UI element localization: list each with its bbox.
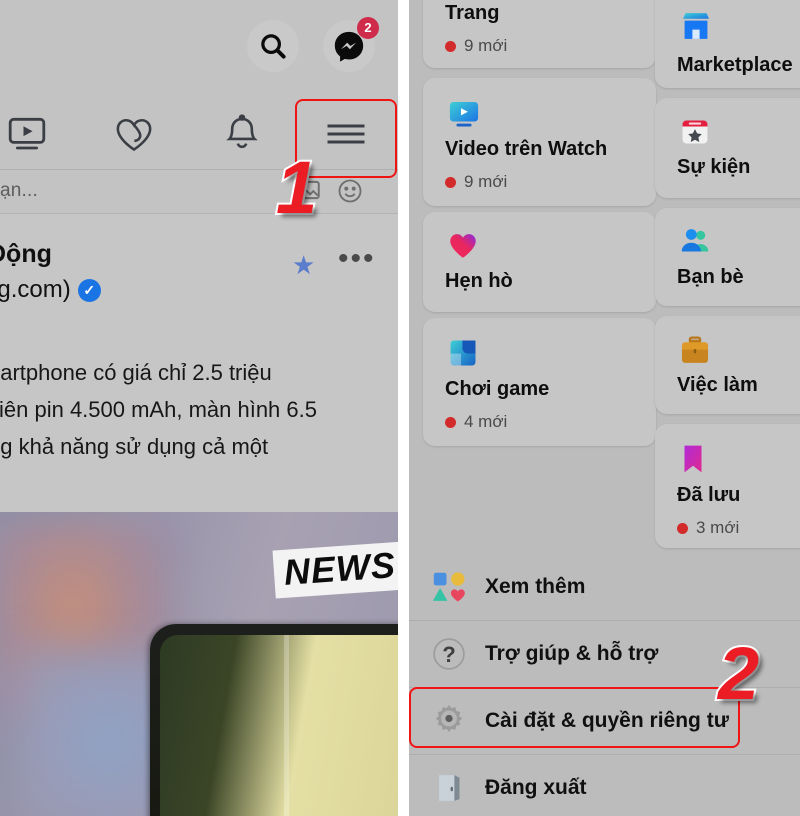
menu-row-xem-them[interactable]: Xem thêm — [409, 554, 800, 620]
post-author-name: Động — [0, 240, 52, 268]
messenger-unread-badge: 2 — [357, 17, 379, 39]
star-icon[interactable]: ★ — [292, 250, 315, 281]
phone-screen-in-photo — [160, 635, 398, 816]
menu-card-badge: 9 mới — [445, 172, 507, 192]
post-body-text: hartphone có giá chỉ 2.5 triệu viên pin … — [0, 354, 398, 465]
screen-highlight-strip — [284, 635, 289, 816]
bookmark-saved-icon — [678, 442, 708, 481]
menu-card-hen-ho[interactable]: Hẹn hò — [423, 212, 656, 312]
composer-placeholder-text: ạn... — [0, 180, 38, 201]
screenshot-root: 2 ạn... ộng g.com) ✓ ★ ••• hartphone có … — [0, 0, 800, 816]
menu-card-label: Sự kiện — [677, 156, 751, 178]
events-calendar-icon — [678, 114, 712, 153]
menu-row-dang-xuat[interactable]: Đăng xuất — [409, 755, 800, 816]
menu-card-label: Trang — [445, 2, 500, 24]
video-watch-icon — [446, 96, 482, 137]
marketplace-icon — [678, 8, 714, 49]
new-indicator-dot — [677, 522, 688, 534]
post-domain-text: ng.com) — [0, 276, 71, 303]
menu-card-badge-text: 9 mới — [464, 36, 508, 55]
menu-card-badge-text: 9 mới — [464, 172, 508, 191]
new-indicator-dot — [445, 176, 456, 188]
heart-dating-icon — [446, 228, 480, 267]
panel-divider — [398, 0, 409, 816]
menu-card-label: Bạn bè — [677, 266, 744, 288]
help-question-icon: ? — [427, 632, 471, 676]
phone-device-in-photo — [150, 624, 398, 816]
messenger-icon[interactable]: 2 — [323, 17, 379, 72]
friends-icon — [678, 224, 712, 263]
menu-card-su-kien[interactable]: Sự kiện — [655, 98, 800, 198]
menu-row-label: Cài đặt & quyền riêng tư — [485, 709, 729, 732]
menu-card-label: Video trên Watch — [445, 138, 608, 160]
menu-card-ban-be[interactable]: Bạn bè — [655, 208, 800, 306]
menu-card-label: Chơi game — [445, 378, 550, 400]
step-1-callout: 1 — [274, 146, 319, 229]
search-icon[interactable] — [247, 20, 299, 72]
video-watch-icon[interactable] — [3, 110, 51, 158]
emoji-icon[interactable] — [336, 177, 366, 207]
logout-door-icon — [427, 766, 471, 810]
jobs-briefcase-icon — [678, 332, 712, 371]
menu-card-video-watch[interactable]: Video trên Watch 9 mới — [423, 78, 656, 206]
feed-post: Động ng.com) ✓ ★ ••• hartphone có giá ch… — [0, 213, 398, 518]
menu-card-label: Marketplace — [677, 54, 793, 76]
menu-card-trang[interactable]: Trang 9 mới — [423, 0, 656, 68]
post-body-line: hartphone có giá chỉ 2.5 triệu — [0, 360, 272, 385]
svg-text:?: ? — [442, 642, 456, 667]
menu-card-da-luu[interactable]: Đã lưu 3 mới — [655, 424, 800, 548]
menu-row-label: Đăng xuất — [485, 776, 587, 799]
menu-card-label: Đã lưu — [677, 484, 741, 506]
more-options-icon[interactable]: ••• — [338, 244, 376, 274]
menu-card-choi-game[interactable]: Chơi game 4 mới — [423, 318, 656, 446]
new-indicator-dot — [445, 40, 456, 52]
settings-gear-icon — [427, 699, 471, 743]
menu-card-label: Việc làm — [677, 374, 758, 396]
left-phone-panel: 2 ạn... ộng g.com) ✓ ★ ••• hartphone có … — [0, 0, 398, 816]
step-2-callout: 2 — [716, 632, 761, 715]
post-author-domain: ng.com) ✓ — [0, 276, 101, 304]
hamburger-menu-icon[interactable] — [322, 110, 370, 158]
menu-card-badge-text: 4 mới — [464, 412, 508, 431]
menu-card-marketplace[interactable]: Marketplace — [655, 0, 800, 88]
verified-badge-icon: ✓ — [77, 278, 101, 302]
new-indicator-dot — [445, 416, 456, 428]
news-watermark: NEWS — [272, 541, 398, 599]
menu-card-badge-text: 3 mới — [696, 518, 740, 537]
facebook-nav-row — [0, 96, 398, 170]
see-more-shapes-icon — [427, 565, 471, 609]
menu-card-viec-lam[interactable]: Việc làm — [655, 316, 800, 414]
heart-dating-icon[interactable] — [110, 110, 158, 158]
post-photo[interactable]: NEWS — [0, 512, 398, 816]
menu-card-badge: 4 mới — [445, 412, 507, 432]
menu-row-label: Xem thêm — [485, 575, 586, 598]
gaming-icon — [446, 336, 480, 375]
menu-card-badge: 3 mới — [677, 518, 739, 538]
menu-card-label: Hẹn hò — [445, 270, 513, 292]
menu-card-badge: 9 mới — [445, 36, 507, 56]
post-body-line: ng khả năng sử dụng cả một — [0, 434, 269, 459]
post-composer[interactable]: ạn... — [0, 171, 398, 213]
post-body-line: viên pin 4.500 mAh, màn hình 6.5 — [0, 397, 317, 422]
facebook-top-bar: 2 — [0, 0, 398, 96]
bell-icon[interactable] — [218, 110, 266, 158]
menu-row-label: Trợ giúp & hỗ trợ — [485, 642, 659, 665]
